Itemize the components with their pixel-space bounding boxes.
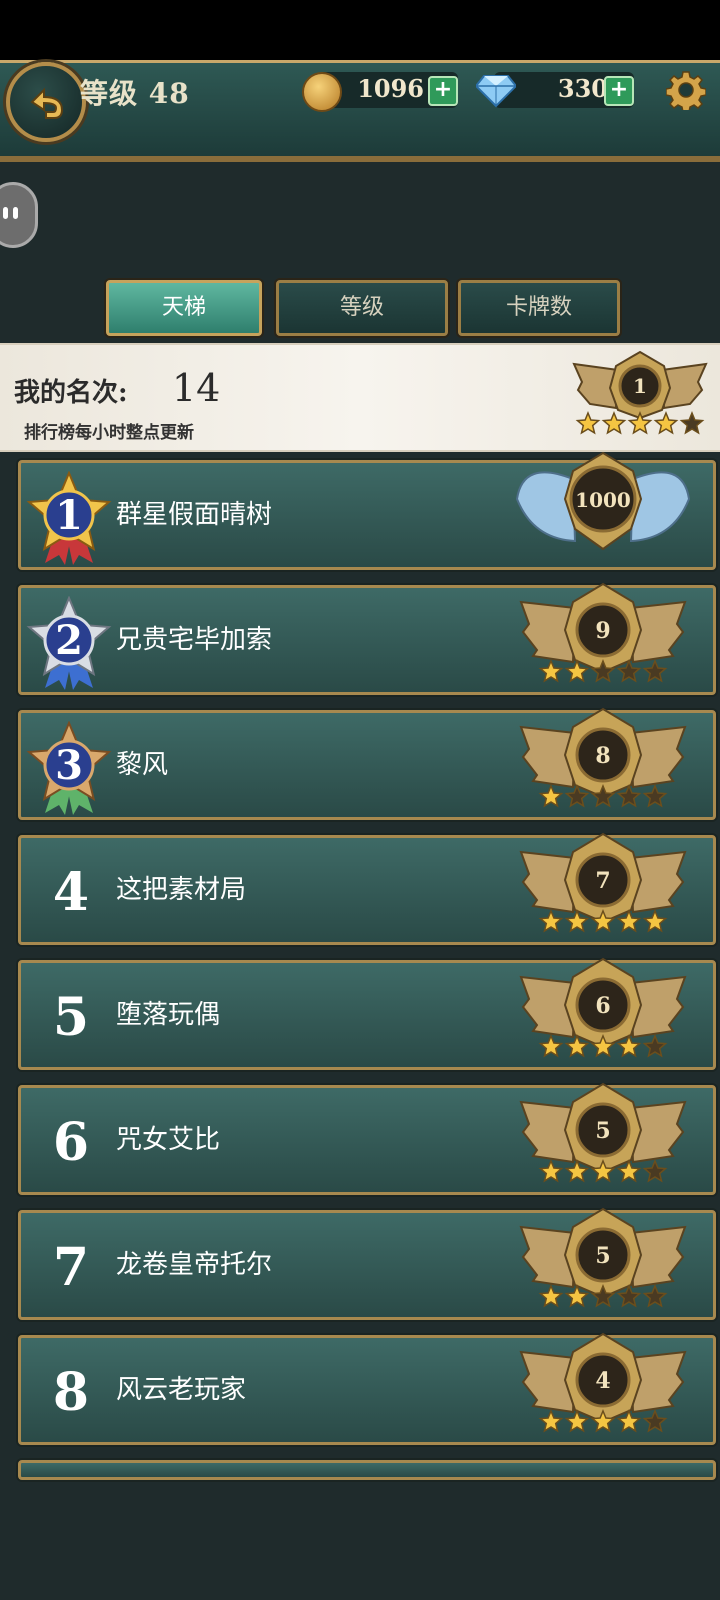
rank-number: 4 xyxy=(52,862,90,923)
star-empty-icon xyxy=(642,659,668,683)
ranking-row[interactable]: 4 这把素材局 7 xyxy=(18,832,716,945)
star-empty-icon xyxy=(642,1034,668,1058)
badge-value: 5 xyxy=(595,1118,610,1144)
star-filled-icon xyxy=(601,411,627,435)
player-name: 兄贵宅毕加索 xyxy=(116,625,273,655)
back-icon xyxy=(30,87,64,119)
ladder-badge: 6 xyxy=(515,955,691,1075)
eye-icon xyxy=(13,207,18,219)
rank-number: 5 xyxy=(52,987,90,1048)
tab-ladder[interactable]: 天梯 xyxy=(106,280,262,336)
ladder-badge: 9 xyxy=(515,580,691,700)
tab-card-count[interactable]: 卡牌数 xyxy=(458,280,620,336)
star-filled-icon xyxy=(538,1034,564,1058)
update-note: 排行榜每小时整点更新 xyxy=(24,423,194,443)
ladder-badge: 4 xyxy=(515,1330,691,1450)
ranking-row[interactable]: 5 堕落玩偶 6 xyxy=(18,957,716,1070)
star-empty-icon xyxy=(642,784,668,808)
ranking-row-partial[interactable] xyxy=(18,1460,716,1480)
star-empty-icon xyxy=(679,411,705,435)
medal-number: 1 xyxy=(55,492,83,539)
player-name: 堕落玩偶 xyxy=(116,1000,221,1030)
wing-left xyxy=(515,471,577,543)
my-rank-badge: 1 xyxy=(570,348,710,442)
rank-number: 6 xyxy=(52,1112,90,1173)
medal-number: 2 xyxy=(55,617,83,664)
player-name: 群星假面晴树 xyxy=(116,500,273,530)
back-button[interactable] xyxy=(6,62,86,142)
badge-value: 1 xyxy=(633,374,647,398)
wing-right xyxy=(629,471,691,543)
ladder-badge: 7 xyxy=(515,830,691,950)
star-filled-icon xyxy=(538,1284,564,1308)
badge-value: 8 xyxy=(595,743,610,769)
rank-medal-icon: 2 xyxy=(25,595,113,692)
player-name: 黎风 xyxy=(116,750,169,780)
gem-value: 330 xyxy=(557,74,608,103)
tab-level[interactable]: 等级 xyxy=(276,280,448,336)
star-empty-icon xyxy=(642,1159,668,1183)
star-filled-icon xyxy=(538,784,564,808)
gold-value: 1096 xyxy=(357,74,424,103)
ranking-row[interactable]: 7 龙卷皇帝托尔 5 xyxy=(18,1207,716,1320)
badge-value: 7 xyxy=(595,868,610,894)
star-empty-icon xyxy=(642,1284,668,1308)
badge-value: 4 xyxy=(595,1368,610,1394)
ranking-row[interactable]: 6 咒女艾比 5 xyxy=(18,1082,716,1195)
player-name: 咒女艾比 xyxy=(116,1125,221,1155)
my-rank-label: 我的名次: xyxy=(14,378,128,408)
ranking-row[interactable]: 1 群星假面晴树 1000 xyxy=(18,451,716,570)
gear-icon[interactable] xyxy=(666,70,706,110)
status-bar xyxy=(0,0,720,60)
rank-number: 7 xyxy=(52,1237,90,1298)
badge-value: 5 xyxy=(595,1243,610,1269)
eye-icon xyxy=(3,207,8,219)
ranking-row[interactable]: 3 黎风 8 xyxy=(18,707,716,820)
diamond-icon xyxy=(476,75,516,108)
star-filled-icon xyxy=(538,659,564,683)
star-filled-icon xyxy=(653,411,679,435)
ladder-badge: 1000 xyxy=(515,449,691,569)
rank-medal-icon: 3 xyxy=(25,720,113,817)
player-name: 龙卷皇帝托尔 xyxy=(116,1250,273,1280)
player-name: 这把素材局 xyxy=(116,875,247,905)
medal-number: 3 xyxy=(55,742,83,789)
badge-value: 1000 xyxy=(575,488,631,512)
badge-value: 6 xyxy=(595,993,610,1019)
star-filled-icon xyxy=(575,411,601,435)
gold-coin-icon xyxy=(302,72,342,112)
add-gem-button[interactable]: + xyxy=(604,76,634,106)
rank-medal-icon: 1 xyxy=(25,470,113,567)
ladder-badge: 5 xyxy=(515,1205,691,1325)
badge-value: 9 xyxy=(595,618,610,644)
ranking-row[interactable]: 8 风云老玩家 4 xyxy=(18,1332,716,1445)
player-name: 风云老玩家 xyxy=(116,1375,247,1405)
add-gold-button[interactable]: + xyxy=(428,76,458,106)
star-filled-icon xyxy=(538,1409,564,1433)
my-rank-value: 14 xyxy=(172,366,221,410)
ladder-badge: 8 xyxy=(515,705,691,825)
player-level: 等级 48 xyxy=(80,77,190,110)
rank-number: 8 xyxy=(52,1362,90,1423)
star-filled-icon xyxy=(642,909,668,933)
star-filled-icon xyxy=(538,1159,564,1183)
star-empty-icon xyxy=(642,1409,668,1433)
ladder-badge: 5 xyxy=(515,1080,691,1200)
star-filled-icon xyxy=(538,909,564,933)
floating-assistant-button[interactable] xyxy=(0,182,38,248)
ranking-row[interactable]: 2 兄贵宅毕加索 9 xyxy=(18,582,716,695)
